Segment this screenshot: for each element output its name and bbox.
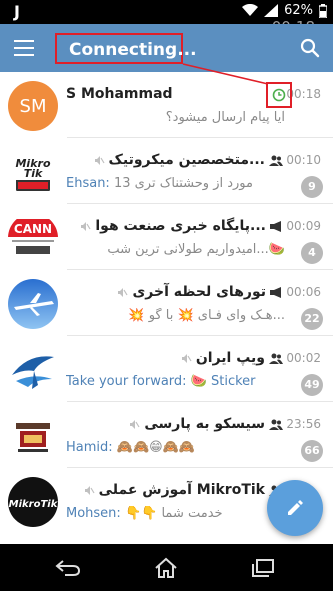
svg-text:Tik: Tik [24, 167, 43, 180]
channel-icon [270, 220, 281, 232]
svg-text:CANN: CANN [14, 222, 52, 236]
mute-icon [84, 485, 95, 495]
mute-icon [81, 221, 91, 231]
signal-icon [264, 4, 279, 17]
chat-name-line: ویپ ایران [66, 348, 283, 368]
home-icon[interactable] [146, 555, 186, 581]
chat-message: Ehsan: مورد از وحشتناک تری 13 [66, 176, 285, 196]
chat-message: 💥 هـک وای فـای 💥 با گو... [66, 308, 285, 328]
chat-time: 00:10 [286, 153, 321, 167]
avatar: SM [8, 81, 58, 131]
message-text: 👇👇 خدمت شما [124, 506, 223, 521]
message-text: آیا پیام ارسال میشود؟ [165, 110, 285, 125]
chat-name: متخصصین میکروتیک... [108, 152, 265, 168]
message-text: 💥 هـک وای فـای 💥 با گو... [128, 308, 285, 323]
avatar: MikroTik [8, 147, 58, 197]
avatar-initials: SM [19, 95, 47, 117]
chat-row[interactable]: Mikro Tik متخصصین میکروتیک... 00:10 Ehsan… [0, 138, 333, 204]
message-sender: Take your forward: [66, 374, 187, 389]
group-icon [269, 353, 283, 364]
chat-name-line: پایگاه خبری صنعت هوا... [66, 216, 283, 236]
chat-message: Hamid: 🙈🙈😁🙈🙈 [66, 440, 285, 460]
mute-icon [94, 155, 105, 165]
unread-badge: 4 [301, 242, 323, 264]
avatar [8, 279, 58, 329]
status-bar: J 62% 00:18 [0, 0, 333, 36]
chat-time: 00:06 [286, 285, 321, 299]
chat-message: امیدواریم طولانی ترین شب...🍉 [66, 242, 285, 262]
chat-row[interactable]: CANN پایگاه خبری صنعت هوا... 00:09 امیدو… [0, 204, 333, 270]
avatar: CANN [8, 213, 58, 263]
group-icon [269, 419, 283, 430]
chat-time: 23:56 [286, 417, 321, 431]
back-icon[interactable] [48, 555, 88, 581]
chat-name: سیسکو به پارسی [144, 416, 265, 432]
chat-name-line: متخصصین میکروتیک... [66, 150, 283, 170]
page-title: Connecting... [69, 40, 197, 60]
wifi-icon [242, 4, 259, 16]
chat-row[interactable]: سیسکو به پارسی 23:56 Hamid: 🙈🙈😁🙈🙈 66 [0, 402, 333, 468]
message-text: مورد از وحشتناک تری 13 [113, 176, 253, 191]
avatar [8, 411, 58, 461]
mute-icon [118, 287, 128, 297]
avatar [8, 345, 58, 395]
chat-list: SM S Mohammad 00:18 آیا پیام ارسال میشود… [0, 72, 333, 544]
chat-name-line: سیسکو به پارسی [66, 414, 283, 434]
chat-name: ویپ ایران [195, 350, 265, 366]
message-sender: Ehsan: [66, 176, 110, 191]
search-icon[interactable] [298, 36, 322, 60]
chat-name: تورهای لحظه آخری [132, 284, 266, 300]
message-text: 🙈🙈😁🙈🙈 [116, 440, 196, 455]
chat-name-line: S Mohammad [66, 84, 283, 104]
compose-button[interactable] [267, 480, 323, 536]
chat-time: 00:02 [286, 351, 321, 365]
mute-icon [181, 353, 192, 363]
unread-badge: 66 [301, 440, 323, 462]
title-highlight-box: Connecting... [55, 33, 197, 64]
chat-message: Mohsen: 👇👇 خدمت شما [66, 506, 285, 526]
svg-text:MikroTik: MikroTik [9, 499, 58, 510]
notification-icon: J [14, 2, 20, 21]
avatar: MikroTik [8, 477, 58, 527]
chat-message: آیا پیام ارسال میشود؟ [66, 110, 285, 130]
navigation-bar [0, 544, 333, 591]
chat-row[interactable]: ویپ ایران 00:02 Take your forward: 🍉 Sti… [0, 336, 333, 402]
chat-time: 00:09 [286, 219, 321, 233]
app-bar: Connecting... [0, 24, 333, 72]
group-icon [269, 155, 283, 166]
message-sender: Hamid: [66, 440, 113, 455]
message-text: امیدواریم طولانی ترین شب...🍉 [107, 242, 285, 257]
battery-icon [319, 3, 327, 18]
chat-name: آموزش عملی MikroTik [98, 482, 265, 498]
mute-icon [130, 419, 140, 429]
chat-name: پایگاه خبری صنعت هوا... [95, 218, 266, 234]
menu-icon[interactable] [14, 38, 36, 58]
chat-message: Take your forward: 🍉 Sticker [66, 374, 285, 394]
unread-badge: 9 [301, 176, 323, 198]
clock-highlight-box [266, 82, 292, 108]
channel-icon [270, 286, 281, 298]
battery-percent: 62% [284, 3, 313, 18]
message-text: 🍉 Sticker [190, 374, 256, 389]
pencil-icon [288, 500, 303, 515]
chat-row[interactable]: تورهای لحظه آخری 00:06 💥 هـک وای فـای 💥 … [0, 270, 333, 336]
unread-badge: 49 [301, 374, 323, 396]
chat-name-line: تورهای لحظه آخری [66, 282, 283, 302]
recent-apps-icon[interactable] [243, 555, 283, 581]
chat-name: S Mohammad [66, 86, 173, 102]
clock-icon [272, 88, 286, 102]
message-sender: Mohsen: [66, 506, 121, 521]
status-right: 62% 00:18 [242, 3, 327, 36]
chat-name-line: آموزش عملی MikroTik [66, 480, 283, 500]
unread-badge: 22 [301, 308, 323, 330]
